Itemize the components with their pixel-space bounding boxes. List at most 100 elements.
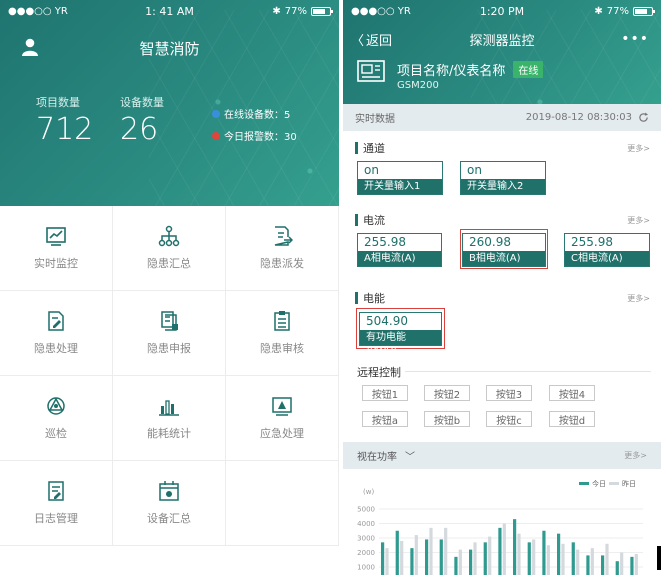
battery-status: ✱ 77% <box>223 5 334 17</box>
battery-percent: 77% <box>284 5 308 17</box>
bar-today <box>454 556 458 575</box>
bar-yesterday <box>576 549 580 575</box>
bar-yesterday <box>414 535 418 575</box>
status-bar: ●●●○○ YR 1: 41 AM ✱ 77% <box>0 0 339 22</box>
status-time: 1: 41 AM <box>145 4 194 18</box>
menu-hazard-handle[interactable]: 隐患处理 <box>0 291 113 376</box>
energy-value: 504.90 <box>366 314 408 328</box>
current-more-link[interactable]: 更多> <box>627 215 650 226</box>
text-cursor <box>657 546 661 570</box>
energy-card[interactable]: 504.90 有功电能(KWH) <box>359 312 442 358</box>
remote-button-3[interactable]: 按钮3 <box>486 385 532 401</box>
menu-hazard-review[interactable]: 隐患审核 <box>226 291 339 376</box>
menu-log-management[interactable]: 日志管理 <box>0 461 113 546</box>
menu-hazard-dispatch[interactable]: 隐患派发 <box>226 206 339 291</box>
menu-label: 设备汇总 <box>147 512 191 525</box>
realtime-timestamp: 2019-08-12 08:30:03 <box>525 112 632 123</box>
bar-today <box>542 530 546 575</box>
project-count-value: 712 <box>36 112 94 147</box>
clipboard-list-icon <box>274 311 290 331</box>
function-menu-grid: 实时监控 隐患汇总 隐患派发 隐患处理 隐患申报 隐患审核 巡检 能耗统计 应急… <box>0 206 339 546</box>
document-report-icon <box>161 311 178 331</box>
remote-button-a[interactable]: 按钮a <box>362 411 408 427</box>
remote-button-c[interactable]: 按钮c <box>486 411 532 427</box>
menu-emergency[interactable]: 应急处理 <box>226 376 339 461</box>
hierarchy-icon <box>158 225 180 247</box>
monitor-chart-icon <box>46 227 66 246</box>
more-options-button[interactable]: ••• <box>621 31 649 47</box>
bluetooth-icon: ✱ <box>594 5 603 17</box>
log-document-icon <box>48 481 64 501</box>
channel-value: on <box>364 163 379 177</box>
home-header: ●●●○○ YR 1: 41 AM ✱ 77% 智慧消防 项目数量 712 设备… <box>0 0 339 206</box>
current-name: B相电流(A) <box>463 251 545 266</box>
current-card-a[interactable]: 255.98 A相电流(A) <box>357 233 442 267</box>
bar-yesterday <box>400 540 404 575</box>
status-badge: 在线 <box>513 61 544 78</box>
menu-label: 隐患派发 <box>260 257 304 270</box>
menu-label: 日志管理 <box>34 512 78 525</box>
bar-yesterday <box>634 553 638 575</box>
apparent-power-bar[interactable]: 视在功率 ﹀ 更多> <box>343 442 661 469</box>
alarm-dot-icon <box>212 131 220 140</box>
channel-card-1[interactable]: on 开关量输入1 <box>357 161 443 195</box>
y-tick-label: 1000 <box>357 564 375 572</box>
bluetooth-icon: ✱ <box>272 5 281 17</box>
project-count-label: 项目数量 <box>36 96 80 109</box>
current-card-c[interactable]: 255.98 C相电流(A) <box>564 233 650 267</box>
energy-section-header: 电能 更多> <box>355 290 650 306</box>
document-send-icon <box>274 226 293 246</box>
bar-today <box>513 519 517 575</box>
back-button[interactable]: 〈 返回 <box>351 30 392 49</box>
divider <box>405 371 651 372</box>
current-card-b[interactable]: 260.98 B相电流(A) <box>462 233 546 267</box>
carrier-signal: ●●●○○ YR <box>8 5 68 17</box>
remote-button-2[interactable]: 按钮2 <box>424 385 470 401</box>
fire-safety-home-screen: ●●●○○ YR 1: 41 AM ✱ 77% 智慧消防 项目数量 712 设备… <box>0 0 339 575</box>
remote-button-d[interactable]: 按钮d <box>549 411 595 427</box>
channel-card-2[interactable]: on 开关量输入2 <box>460 161 546 195</box>
section-accent <box>355 292 358 304</box>
y-tick-label: 5000 <box>357 506 375 514</box>
today-alarms-info: 今日报警数：30 <box>212 128 297 143</box>
y-tick-label: 3000 <box>357 535 375 543</box>
apparent-power-chart: 今日 昨日 (w) 1000 2000 3000 4000 5000 <box>357 479 643 575</box>
remote-button-1[interactable]: 按钮1 <box>362 385 408 401</box>
bar-yesterday <box>561 543 565 575</box>
bar-today <box>469 549 473 575</box>
device-count-label: 设备数量 <box>120 96 164 109</box>
online-dot-icon <box>212 109 220 118</box>
bar-yesterday <box>444 527 448 575</box>
menu-patrol[interactable]: 巡检 <box>0 376 113 461</box>
battery-icon <box>633 6 656 16</box>
power-more-link[interactable]: 更多> <box>624 450 647 461</box>
bar-yesterday <box>620 552 624 575</box>
remote-button-b[interactable]: 按钮b <box>424 411 470 427</box>
legend-swatch <box>609 482 619 485</box>
energy-more-link[interactable]: 更多> <box>627 293 650 304</box>
refresh-icon[interactable] <box>638 112 649 123</box>
remote-button-4[interactable]: 按钮4 <box>549 385 595 401</box>
channel-name: 开关量输入1 <box>358 179 442 194</box>
menu-device-summary[interactable]: 设备汇总 <box>113 461 226 546</box>
bar-yesterday <box>429 527 433 575</box>
menu-label: 隐患审核 <box>260 342 304 355</box>
menu-energy-stats[interactable]: 能耗统计 <box>113 376 226 461</box>
bar-yesterday <box>385 548 389 575</box>
chevron-down-icon[interactable]: ﹀ <box>405 448 415 463</box>
device-model: GSM200 <box>397 80 439 91</box>
online-devices-info: 在线设备数：5 <box>212 106 290 121</box>
battery-percent: 77% <box>606 5 630 17</box>
menu-hazard-summary[interactable]: 隐患汇总 <box>113 206 226 291</box>
detector-monitor-screen: ●●●○○ YR 1:20 PM ✱ 77% 〈 返回 探测器监控 ••• 项目… <box>343 0 661 575</box>
menu-hazard-report[interactable]: 隐患申报 <box>113 291 226 376</box>
remote-control-title: 远程控制 <box>357 366 401 379</box>
device-name: 项目名称/仪表名称 <box>397 64 506 79</box>
current-name: C相电流(A) <box>565 251 649 266</box>
channel-more-link[interactable]: 更多> <box>627 143 650 154</box>
bar-yesterday <box>590 548 594 575</box>
current-value: 255.98 <box>571 235 613 249</box>
bar-today <box>498 527 502 575</box>
current-value: 255.98 <box>364 235 406 249</box>
menu-realtime-monitor[interactable]: 实时监控 <box>0 206 113 291</box>
